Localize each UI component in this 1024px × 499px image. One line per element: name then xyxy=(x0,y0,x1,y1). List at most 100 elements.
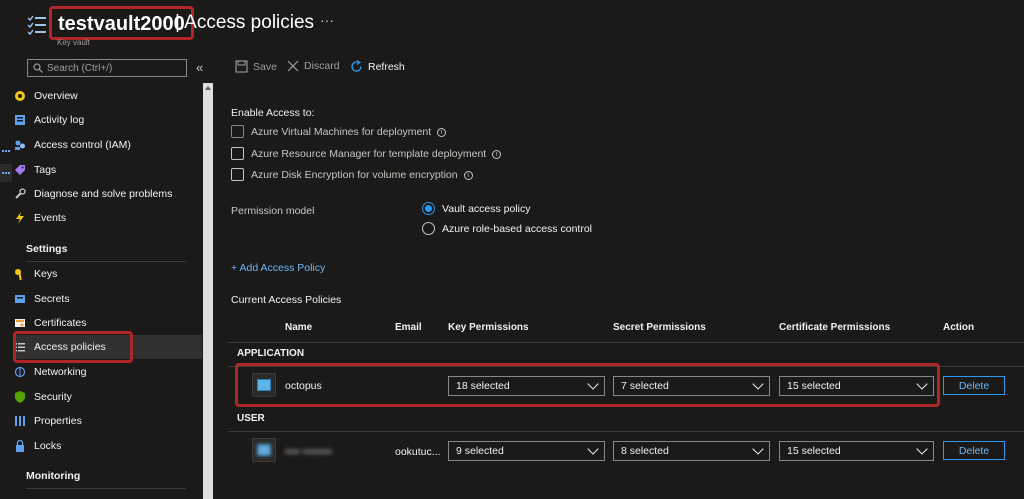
rbac-radio[interactable] xyxy=(422,222,435,235)
properties-icon xyxy=(14,415,26,427)
page-subtitle: Key vault xyxy=(57,38,90,47)
delete-button[interactable]: Delete xyxy=(943,441,1005,460)
info-icon[interactable]: i xyxy=(463,170,473,180)
column-header-key-permissions: Key Permissions xyxy=(448,322,529,333)
title-highlight-box: testvault2000 xyxy=(49,6,194,40)
menu-divider xyxy=(26,261,186,262)
menu-item-label: Security xyxy=(34,391,72,403)
menu-item-keys[interactable]: Keys xyxy=(14,264,57,284)
menu-item-label: Keys xyxy=(34,268,58,280)
add-access-policy-link[interactable]: + Add Access Policy xyxy=(231,262,325,274)
key-permissions-dropdown[interactable]: 9 selected xyxy=(448,441,605,461)
column-header-action: Action xyxy=(943,322,975,333)
menu-item-certificates[interactable]: Certificates xyxy=(14,313,87,333)
secret-icon xyxy=(14,293,26,305)
tag-icon xyxy=(14,164,26,176)
menu-item-access-control[interactable]: Access control (IAM) xyxy=(14,135,131,155)
save-button[interactable]: Save xyxy=(235,60,277,73)
menu-item-security[interactable]: Security xyxy=(14,387,72,407)
group-label-application: APPLICATION xyxy=(237,348,305,359)
chevron-down-icon xyxy=(752,443,764,455)
menu-item-locks[interactable]: Locks xyxy=(14,436,61,456)
dropdown-value: 15 selected xyxy=(787,445,841,457)
chevron-down-icon xyxy=(587,443,599,455)
page-title: | Access policies xyxy=(175,12,315,33)
column-header-name: Name xyxy=(285,322,313,333)
disk-encryption-label: Azure Disk Encryption for volume encrypt… xyxy=(251,169,473,181)
menu-divider xyxy=(26,488,186,489)
column-header-certificate-permissions: Certificate Permissions xyxy=(779,322,891,333)
menu-item-label: Certificates xyxy=(34,317,87,329)
current-policies-heading: Current Access Policies xyxy=(231,294,342,306)
menu-item-overview[interactable]: Overview xyxy=(14,86,78,106)
table-header-divider xyxy=(228,342,1024,343)
scroll-up-arrow-icon[interactable] xyxy=(205,85,211,91)
menu-item-networking[interactable]: Networking xyxy=(14,362,87,382)
discard-label: Discard xyxy=(304,60,340,72)
row-highlight-box xyxy=(235,363,940,407)
discard-button[interactable]: Discard xyxy=(287,60,340,72)
search-placeholder: Search (Ctrl+/) xyxy=(47,62,113,74)
group-label-user: USER xyxy=(237,413,265,424)
vault-name: testvault2000 xyxy=(58,13,185,35)
info-icon[interactable]: i xyxy=(437,127,447,137)
menu-item-label: Properties xyxy=(34,415,82,427)
wrench-icon xyxy=(14,188,26,200)
disk-encryption-checkbox[interactable] xyxy=(231,168,244,181)
menu-item-activity-log[interactable]: Activity log xyxy=(14,110,84,130)
menu-item-label: Secrets xyxy=(34,293,70,305)
search-icon xyxy=(33,63,43,73)
dropdown-value: 9 selected xyxy=(456,445,504,457)
menu-item-label: Overview xyxy=(34,90,78,102)
certificate-permissions-dropdown[interactable]: 15 selected xyxy=(779,441,934,461)
overview-icon xyxy=(14,90,26,102)
search-input[interactable]: Search (Ctrl+/) xyxy=(27,59,187,77)
save-label: Save xyxy=(253,60,277,73)
row-divider xyxy=(228,431,1024,432)
menu-item-events[interactable]: Events xyxy=(14,208,66,228)
activity-log-icon xyxy=(14,114,26,126)
vm-deployment-label: Azure Virtual Machines for deployment i xyxy=(251,126,447,138)
delete-button[interactable]: Delete xyxy=(943,376,1005,395)
save-icon xyxy=(235,60,248,73)
menu-item-secrets[interactable]: Secrets xyxy=(14,289,70,309)
info-icon[interactable]: i xyxy=(492,149,502,159)
chevron-down-icon xyxy=(916,443,928,455)
menu-item-diagnose[interactable]: Diagnose and solve problems xyxy=(14,184,172,204)
menu-group-settings: Settings xyxy=(26,243,68,255)
menu-item-label: Diagnose and solve problems xyxy=(34,188,173,200)
nav-dots xyxy=(2,172,10,174)
certificate-icon xyxy=(14,317,26,329)
collapse-menu-button[interactable]: « xyxy=(196,60,203,75)
menu-item-label: Tags xyxy=(34,164,57,176)
menu-item-label: Activity log xyxy=(34,114,85,126)
more-options-button[interactable]: ··· xyxy=(320,12,334,28)
shield-icon xyxy=(14,391,26,403)
vault-access-policy-radio[interactable] xyxy=(422,202,435,215)
menu-group-monitoring: Monitoring xyxy=(26,470,81,482)
secret-permissions-dropdown[interactable]: 8 selected xyxy=(613,441,770,461)
column-header-email: Email xyxy=(395,322,422,333)
key-vault-list-icon xyxy=(27,15,47,37)
vm-deployment-checkbox[interactable] xyxy=(231,125,244,138)
refresh-icon xyxy=(351,60,362,72)
arm-deployment-checkbox[interactable] xyxy=(231,147,244,160)
enable-access-heading: Enable Access to: xyxy=(231,107,315,119)
networking-icon xyxy=(14,366,26,378)
selected-item-highlight-box xyxy=(13,331,133,363)
portal-nav-strip xyxy=(0,0,12,499)
column-header-secret-permissions: Secret Permissions xyxy=(613,322,706,333)
vault-access-policy-label: Vault access policy xyxy=(442,203,531,215)
menu-item-label: Locks xyxy=(34,440,62,452)
menu-item-properties[interactable]: Properties xyxy=(14,411,82,431)
menu-item-tags[interactable]: Tags xyxy=(14,160,56,180)
lightning-icon xyxy=(14,212,26,224)
lock-icon xyxy=(14,439,26,452)
user-name-redacted: •••• •••••••• xyxy=(285,446,333,458)
permission-model-label: Permission model xyxy=(231,205,315,217)
menu-scrollbar[interactable] xyxy=(203,83,213,499)
menu-item-label: Events xyxy=(34,212,67,224)
refresh-button[interactable]: Refresh xyxy=(350,60,405,73)
arm-deployment-label: Azure Resource Manager for template depl… xyxy=(251,148,502,160)
rbac-label: Azure role-based access control xyxy=(442,223,592,235)
